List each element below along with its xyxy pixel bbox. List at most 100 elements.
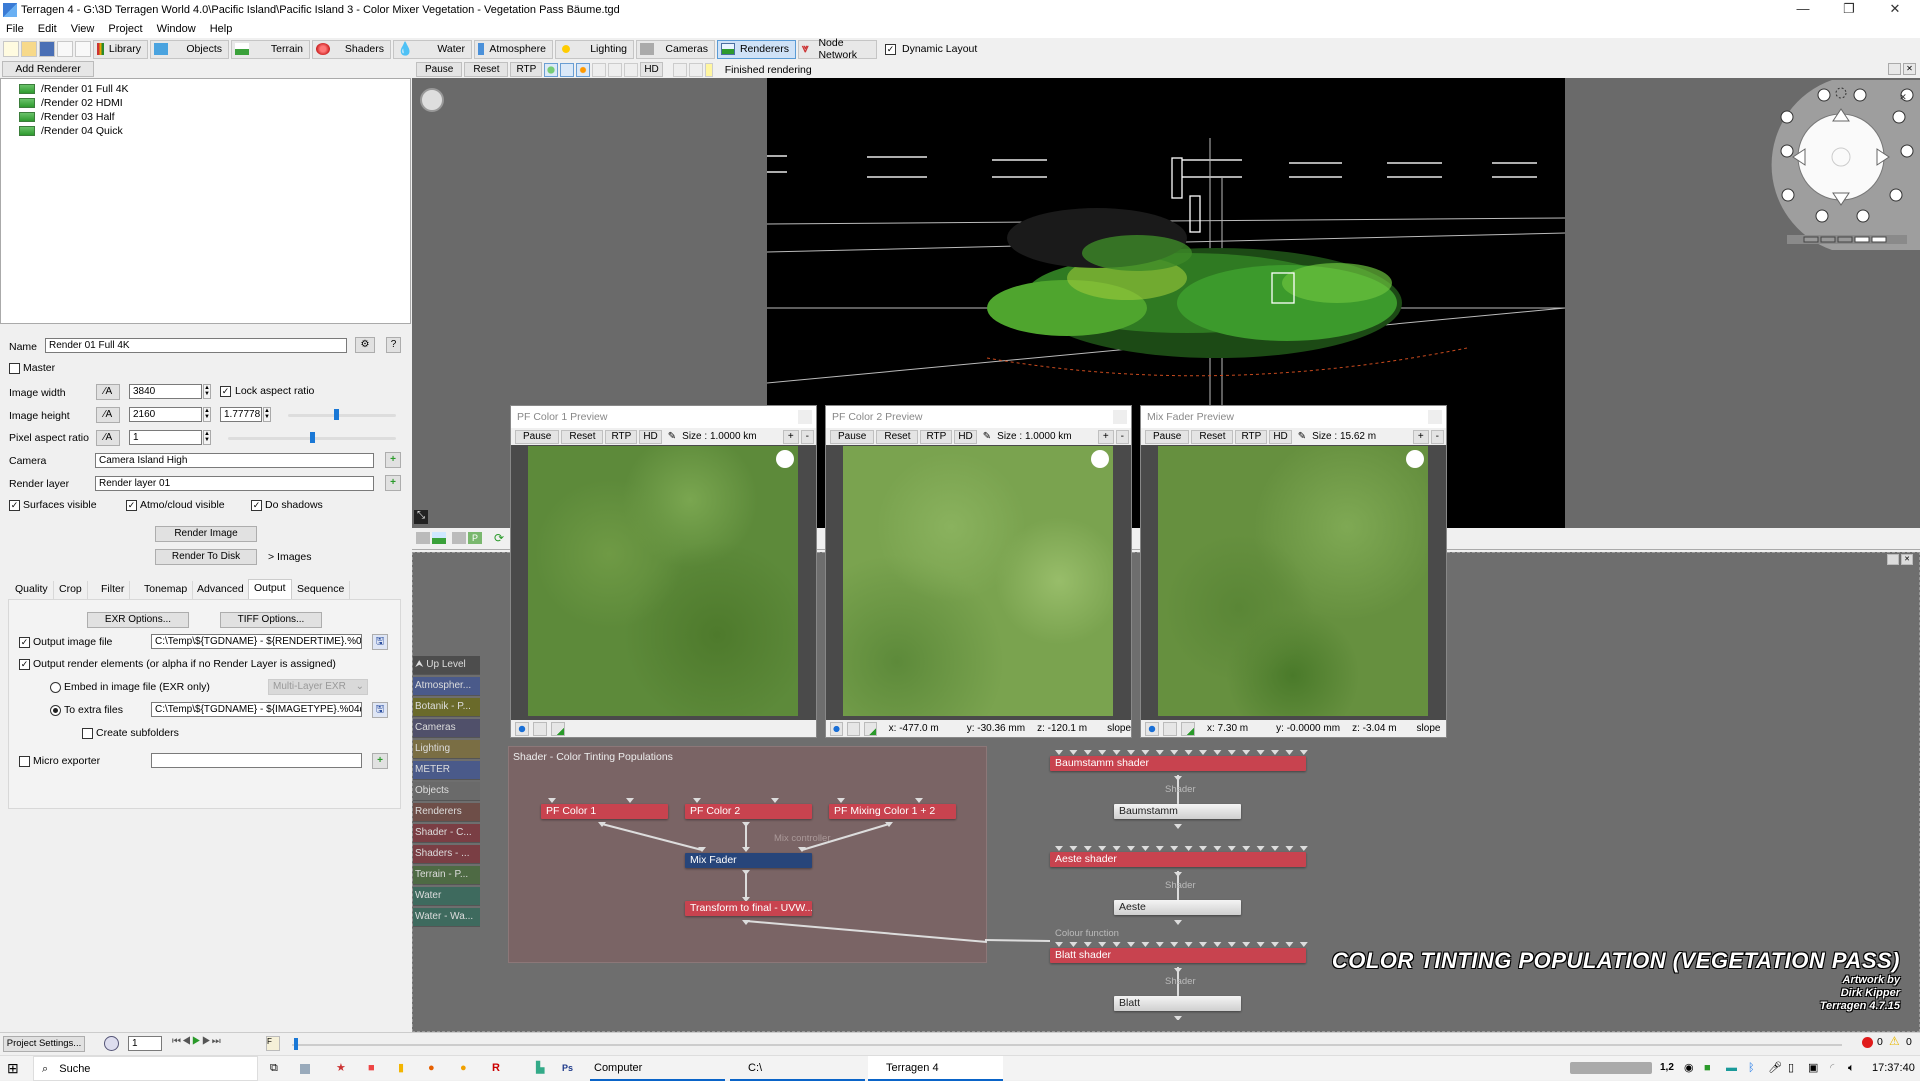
images-link[interactable]: > Images xyxy=(268,551,311,563)
input-port[interactable] xyxy=(1256,750,1265,755)
menu-view[interactable]: View xyxy=(71,23,95,35)
tab-water[interactable]: 💧 Water xyxy=(393,39,472,59)
input-port[interactable] xyxy=(1242,750,1251,755)
taskbar-search[interactable]: ⌕ Suche xyxy=(33,1056,258,1081)
input-port[interactable] xyxy=(1184,750,1193,755)
preview-hd-button[interactable]: HD xyxy=(639,429,662,444)
input-port[interactable] xyxy=(1227,750,1236,755)
input-port[interactable] xyxy=(1299,846,1308,851)
image-width-spinner[interactable]: ▲ ▼ xyxy=(203,384,211,399)
exr-options-button[interactable]: EXR Options... xyxy=(87,612,189,628)
input-port[interactable] xyxy=(1055,750,1063,755)
zoom-out-button[interactable]: - xyxy=(800,429,814,444)
slope-icon[interactable] xyxy=(1181,721,1195,736)
maximize-network-icon[interactable] xyxy=(1887,554,1899,565)
render-layer-input[interactable]: Render layer 01 xyxy=(95,476,374,491)
timeline-thumb[interactable] xyxy=(294,1038,298,1050)
minimize-button[interactable]: — xyxy=(1780,0,1826,20)
timeline-track[interactable] xyxy=(292,1044,1842,1046)
add-camera-button[interactable]: + xyxy=(385,452,401,468)
renderer-item[interactable]: /Render 04 Quick xyxy=(19,124,410,138)
sun-direction-icon[interactable] xyxy=(1406,450,1424,468)
reset-button[interactable]: Reset xyxy=(464,62,509,77)
zoom-in-button[interactable]: + xyxy=(782,429,799,444)
input-port[interactable] xyxy=(1155,750,1164,755)
orbit-pad[interactable] xyxy=(1797,113,1885,201)
brush-icon[interactable]: ✎ xyxy=(983,431,991,442)
node-aeste-shader[interactable]: Aeste shader xyxy=(1050,852,1306,867)
close-preview-icon[interactable] xyxy=(1113,410,1127,424)
master-checkbox[interactable] xyxy=(9,363,20,374)
microphone-icon[interactable]: 🎤︎ xyxy=(1768,1056,1782,1081)
render-to-disk-button[interactable]: Render To Disk xyxy=(155,549,257,565)
menu-project[interactable]: Project xyxy=(108,23,142,35)
file-explorer-icon[interactable]: ▮ xyxy=(398,1056,404,1081)
pause-button[interactable]: Pause xyxy=(416,62,463,77)
surfaces-visible-checkbox[interactable]: ✓ xyxy=(9,500,20,511)
sun-direction-icon[interactable] xyxy=(1091,450,1109,468)
embed-radio[interactable] xyxy=(50,682,61,693)
input-port[interactable] xyxy=(1083,942,1092,947)
save-path-button[interactable]: 🖫 xyxy=(372,634,388,650)
restore-button[interactable]: ❐ xyxy=(1826,0,1872,20)
pinned-app-icon[interactable] xyxy=(300,1064,310,1074)
input-port[interactable] xyxy=(1213,942,1222,947)
input-port[interactable] xyxy=(1199,942,1207,947)
frame-input[interactable]: 1 xyxy=(128,1036,162,1051)
input-port[interactable] xyxy=(1199,750,1207,755)
close-preview-icon[interactable] xyxy=(1428,410,1442,424)
menu-help[interactable]: Help xyxy=(210,23,233,35)
input-port[interactable] xyxy=(1112,846,1121,851)
save-path-button[interactable]: 🖫 xyxy=(372,702,388,718)
pinned-app-icon[interactable]: ★ xyxy=(336,1056,346,1081)
preview-window[interactable]: Mix Fader Preview Pause Reset RTP HD ✎ S… xyxy=(1140,405,1447,738)
micro-exporter-checkbox[interactable] xyxy=(19,756,30,767)
pixel-aspect-slider-thumb[interactable] xyxy=(310,432,315,443)
tab-objects[interactable]: Objects xyxy=(150,39,229,59)
tray-app-icon[interactable]: ▬ xyxy=(1726,1056,1737,1081)
node-pf-mixing-color[interactable]: PF Mixing Color 1 + 2 xyxy=(829,804,956,819)
photoshop-icon[interactable]: Ps xyxy=(562,1056,573,1081)
zoom-view-icon[interactable]: ⤡ xyxy=(414,510,428,524)
node-transform-to-final[interactable]: Transform to final - UVW... xyxy=(685,901,812,916)
tab-quality[interactable]: Quality xyxy=(10,581,54,599)
input-port[interactable] xyxy=(1170,750,1179,755)
refresh-icon[interactable]: ⟳ xyxy=(494,531,504,545)
focus-icon[interactable] xyxy=(533,721,547,736)
nodes-icon[interactable] xyxy=(688,62,703,77)
input-port[interactable] xyxy=(1170,846,1179,851)
render-image-button[interactable]: Render Image xyxy=(155,526,257,542)
input-port[interactable] xyxy=(1098,942,1107,947)
output-render-elements-checkbox[interactable]: ✓ xyxy=(19,659,30,670)
input-port[interactable] xyxy=(1170,942,1179,947)
camera-icon[interactable] xyxy=(452,532,466,544)
eye-icon[interactable] xyxy=(515,721,529,736)
brush-icon[interactable] xyxy=(672,62,687,77)
preview-image[interactable] xyxy=(1158,446,1428,716)
close-preview-icon[interactable] xyxy=(798,410,812,424)
node-mix-fader[interactable]: Mix Fader xyxy=(685,853,812,868)
maximize-pane-icon[interactable] xyxy=(1888,63,1901,75)
tab-renderers[interactable]: Renderers xyxy=(717,39,796,59)
tiff-options-button[interactable]: TIFF Options... xyxy=(220,612,322,628)
input-port[interactable] xyxy=(1127,750,1135,755)
tray-app-icon[interactable]: ◉ xyxy=(1684,1056,1694,1081)
aspect-ratio-input[interactable]: 1.77778 xyxy=(220,407,262,422)
menu-file[interactable]: File xyxy=(6,23,24,35)
input-port[interactable] xyxy=(1127,942,1135,947)
preview-pause-button[interactable]: Pause xyxy=(1145,429,1190,444)
menu-window[interactable]: Window xyxy=(157,23,196,35)
usb-icon[interactable]: ▯ xyxy=(1788,1056,1794,1081)
preview-image[interactable] xyxy=(528,446,798,716)
tab-lighting[interactable]: Lighting xyxy=(555,39,634,59)
atmosphere-toggle-icon[interactable] xyxy=(560,62,575,77)
input-port[interactable] xyxy=(1055,942,1063,947)
input-port[interactable] xyxy=(1141,750,1150,755)
taskbar-app-computer[interactable]: Computer xyxy=(590,1056,725,1081)
loading-icon[interactable] xyxy=(624,62,639,77)
preview-hd-button[interactable]: HD xyxy=(1269,429,1292,444)
input-port[interactable] xyxy=(1299,750,1308,755)
preview-reset-button[interactable]: Reset xyxy=(561,429,604,444)
clock-icon[interactable] xyxy=(104,1036,119,1051)
pixel-aspect-input[interactable]: 1 xyxy=(129,430,202,445)
